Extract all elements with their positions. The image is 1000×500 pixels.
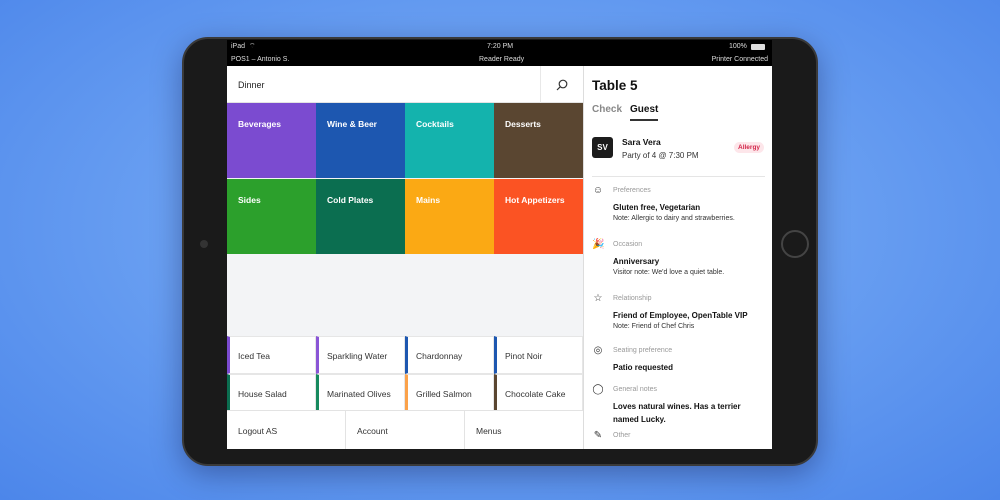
menu-item-button[interactable]: Chardonnay — [405, 336, 494, 374]
menu-panel: Dinner Beverages Wine & Beer Cocktails Dess… — [227, 66, 583, 449]
category-tile[interactable]: Sides — [227, 178, 316, 254]
category-tile[interactable]: Hot Appetizers — [494, 178, 583, 254]
category-tile[interactable]: Cocktails — [405, 103, 494, 178]
party-info: Party of 4 @ 7:30 PM — [622, 151, 699, 160]
home-button[interactable] — [781, 230, 809, 258]
battery-icon — [751, 44, 765, 50]
seating-icon: ◎ — [593, 345, 603, 356]
device-label: iPad — [231, 43, 246, 50]
avatar: SV — [592, 137, 613, 158]
category-tile[interactable]: Wine & Beer — [316, 103, 405, 178]
section-heading: Relationship — [613, 295, 652, 302]
account-button[interactable]: Account — [346, 410, 465, 449]
category-tile[interactable]: Beverages — [227, 103, 316, 178]
reader-status: Reader Ready — [479, 56, 525, 63]
section-value: Loves natural wines. Has a terrier named… — [613, 402, 741, 424]
category-tile[interactable]: Desserts — [494, 103, 583, 178]
section-heading: Preferences — [613, 187, 651, 194]
section-note: Visitor note: We'd love a quiet table. — [613, 269, 725, 276]
wifi-icon: ⌔ — [249, 43, 256, 50]
tab-guest[interactable]: Guest — [630, 104, 659, 121]
clock: 7:20 PM — [487, 43, 514, 50]
search-icon — [556, 79, 568, 90]
search-button[interactable] — [540, 66, 583, 103]
menu-search-bar[interactable]: Dinner — [227, 66, 583, 103]
smiley-icon: ☺ — [592, 185, 604, 196]
section-note: Note: Allergic to dairy and strawberries… — [613, 215, 735, 222]
category-tile[interactable]: Mains — [405, 178, 494, 254]
allergy-badge: Allergy — [734, 142, 765, 153]
section-value: Friend of Employee, OpenTable VIP — [613, 311, 748, 320]
logout-button[interactable]: Logout AS — [227, 410, 346, 449]
menu-item-button[interactable]: Sparkling Water — [316, 336, 405, 374]
menu-item-button[interactable]: Chocolate Cake — [494, 374, 583, 412]
speech-bubble-icon: ◯ — [592, 384, 604, 395]
section-value: Anniversary — [613, 257, 660, 266]
category-tile[interactable]: Cold Plates — [316, 178, 405, 254]
table-panel: Table 5 Check Guest SV Sara Vera Party o… — [583, 66, 772, 449]
section-value: Patio requested — [613, 363, 674, 372]
section-heading: Occasion — [613, 241, 643, 248]
camera — [200, 240, 208, 248]
menus-button[interactable]: Menus — [465, 410, 583, 449]
printer-status: Printer Connected — [711, 56, 768, 63]
menu-item-button[interactable]: Marinated Olives — [316, 374, 405, 412]
section-heading: General notes — [613, 386, 657, 393]
section-value: Gluten free, Vegetarian — [613, 203, 701, 212]
pencil-icon: ✎ — [593, 430, 603, 441]
tab-check[interactable]: Check — [592, 104, 622, 115]
divider — [592, 176, 765, 177]
menu-name: Dinner — [238, 80, 265, 90]
section-note: Note: Friend of Chef Chris — [613, 323, 695, 330]
menu-item-button[interactable]: Pinot Noir — [494, 336, 583, 374]
section-heading: Seating preference — [613, 347, 673, 354]
guest-name[interactable]: Sara Vera — [622, 137, 661, 147]
party-popper-icon: 🎉 — [592, 239, 605, 250]
star-icon: ☆ — [593, 293, 603, 304]
menu-item-button[interactable]: Iced Tea — [227, 336, 316, 374]
table-title: Table 5 — [592, 78, 638, 93]
pos-screen: iPad ⌔ 7:20 PM 100% POS1 – Antonio S. Re… — [227, 40, 772, 449]
section-heading: Other — [613, 432, 631, 439]
menu-item-button[interactable]: Grilled Salmon — [405, 374, 494, 412]
status-bar: iPad ⌔ 7:20 PM 100% POS1 – Antonio S. Re… — [227, 40, 772, 66]
terminal-label: POS1 – Antonio S. — [231, 56, 290, 63]
menu-item-button[interactable]: House Salad — [227, 374, 316, 412]
battery-percent: 100% — [729, 43, 747, 50]
